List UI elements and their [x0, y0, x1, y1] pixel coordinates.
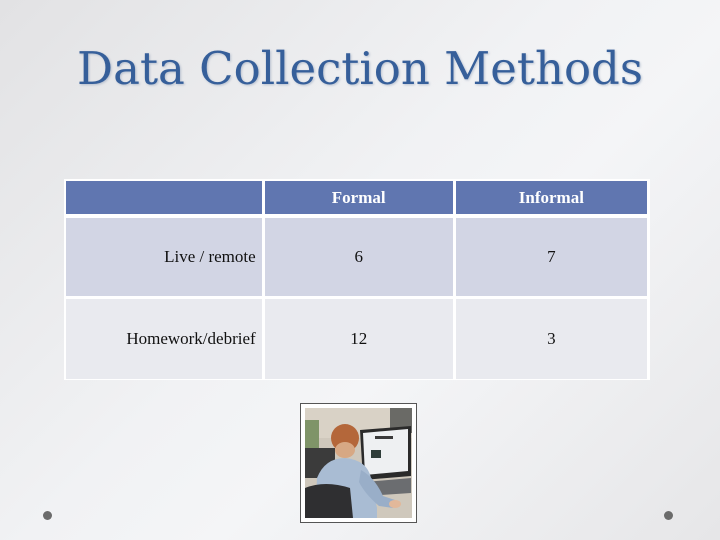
header-cell-empty — [66, 181, 262, 218]
bullet-dot-right — [664, 511, 673, 520]
cell-formal: 12 — [264, 299, 453, 379]
cell-informal: 3 — [455, 299, 647, 379]
table-header-row: Formal Informal — [66, 181, 647, 218]
methods-table: Formal Informal Live / remote 6 7 Homewo… — [63, 181, 650, 379]
row-label: Homework/debrief — [66, 299, 262, 379]
cell-formal: 6 — [264, 218, 453, 299]
person-at-computer-image — [300, 403, 417, 523]
slide-title: Data Collection Methods — [77, 42, 643, 95]
bullet-dot-left — [43, 511, 52, 520]
photo-illustration — [305, 408, 412, 518]
header-cell-formal: Formal — [264, 181, 453, 218]
table-row: Live / remote 6 7 — [66, 218, 647, 299]
header-cell-informal: Informal — [455, 181, 647, 218]
row-label: Live / remote — [66, 218, 262, 299]
cell-informal: 7 — [455, 218, 647, 299]
table-row: Homework/debrief 12 3 — [66, 299, 647, 379]
data-table: Formal Informal Live / remote 6 7 Homewo… — [64, 179, 650, 380]
